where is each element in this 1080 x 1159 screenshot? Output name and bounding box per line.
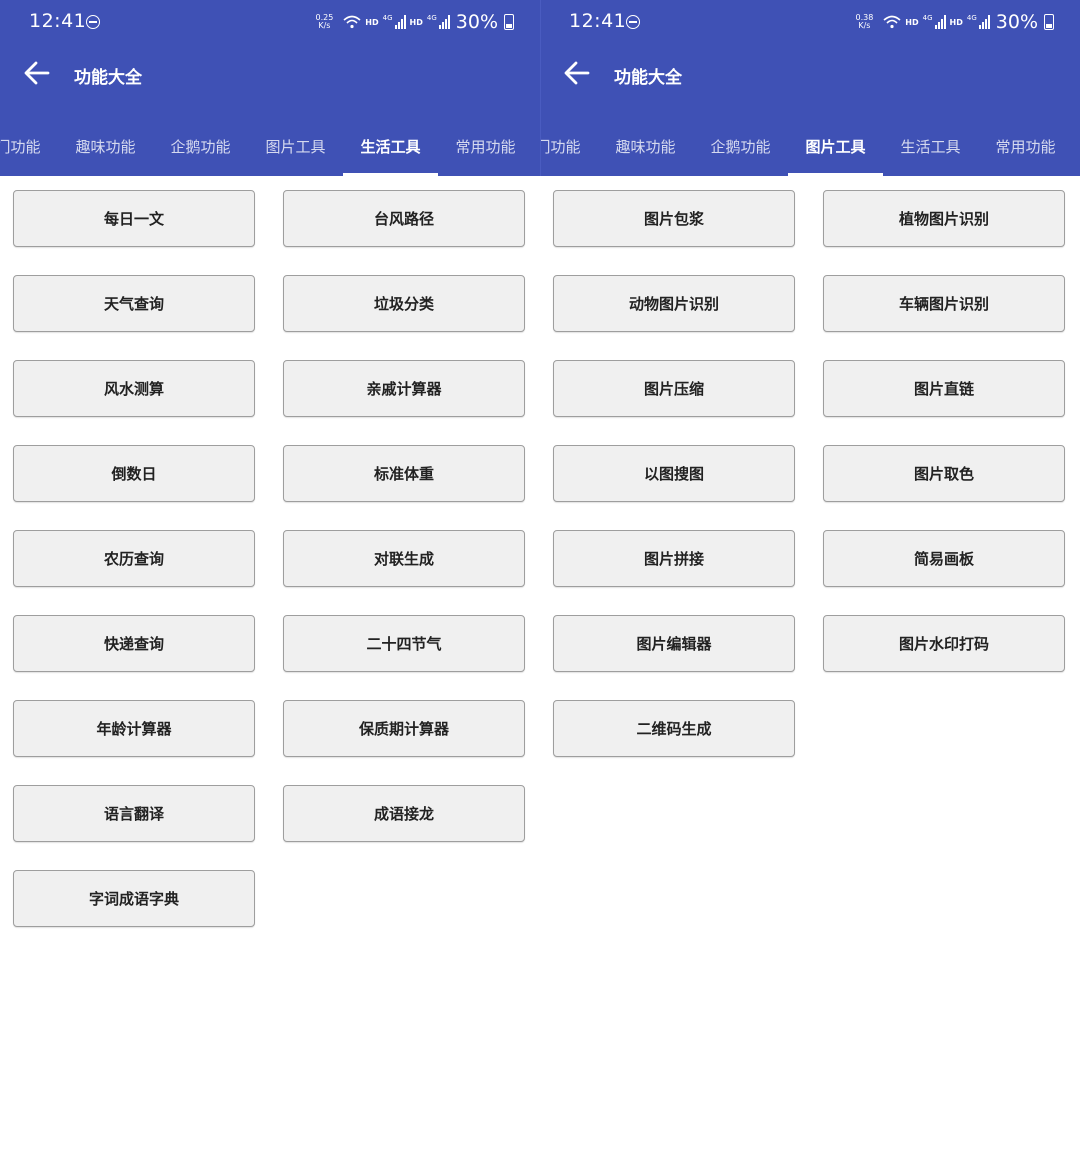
function-button[interactable]: 风水测算	[13, 360, 255, 417]
do-not-disturb-icon	[86, 15, 100, 29]
page-title: 功能大全	[74, 68, 142, 88]
tab-bar: 热门功能趣味功能企鹅功能图片工具生活工具常用功能	[540, 122, 1080, 176]
status-bar: 12:41 0.25 K/s HD 4G HD 4G 30%	[0, 0, 540, 44]
tab-3[interactable]: 图片工具	[788, 122, 883, 176]
function-button[interactable]: 字词成语字典	[13, 870, 255, 927]
function-button[interactable]: 图片压缩	[553, 360, 795, 417]
tab-2[interactable]: 企鹅功能	[693, 122, 788, 176]
function-button[interactable]: 亲戚计算器	[283, 360, 525, 417]
function-button[interactable]: 每日一文	[13, 190, 255, 247]
function-button[interactable]: 天气查询	[13, 275, 255, 332]
function-button[interactable]: 年龄计算器	[13, 700, 255, 757]
function-button[interactable]: 台风路径	[283, 190, 525, 247]
arrow-left-icon[interactable]	[562, 58, 592, 88]
wifi-icon	[343, 15, 361, 29]
toolbar: 功能大全	[540, 50, 1080, 96]
function-button[interactable]: 车辆图片识别	[823, 275, 1065, 332]
hd-label: HD	[905, 17, 919, 27]
tab-bar: 热门功能趣味功能企鹅功能图片工具生活工具常用功能	[0, 122, 540, 176]
function-button[interactable]: 图片拼接	[553, 530, 795, 587]
hd-label: HD	[365, 17, 379, 27]
hd-label: HD	[409, 17, 423, 27]
page-title: 功能大全	[614, 68, 682, 88]
network-speed-unit: K/s	[318, 21, 331, 30]
function-button[interactable]: 成语接龙	[283, 785, 525, 842]
arrow-left-icon[interactable]	[22, 58, 52, 88]
function-button[interactable]: 倒数日	[13, 445, 255, 502]
app-bar: 12:41 0.38 K/s HD 4G HD 4G 30% 功能大全 门功能 …	[540, 0, 1080, 176]
tab-4[interactable]: 生活工具	[883, 122, 978, 176]
function-button[interactable]: 图片直链	[823, 360, 1065, 417]
function-button[interactable]: 二维码生成	[553, 700, 795, 757]
do-not-disturb-icon	[626, 15, 640, 29]
function-button[interactable]: 以图搜图	[553, 445, 795, 502]
app-bar: 12:41 0.25 K/s HD 4G HD 4G 30% 功能大全 门功能 …	[0, 0, 540, 176]
function-button[interactable]: 植物图片识别	[823, 190, 1065, 247]
tab-5[interactable]: 常用功能	[978, 122, 1073, 176]
function-button[interactable]: 标准体重	[283, 445, 525, 502]
phone-screen-right: 12:41 0.38 K/s HD 4G HD 4G 30% 功能大全 门功能 …	[540, 0, 1080, 1159]
tab-1[interactable]: 趣味功能	[58, 122, 153, 176]
signal-icon: 4G	[427, 15, 450, 29]
function-button[interactable]: 图片包浆	[553, 190, 795, 247]
tab-1[interactable]: 趣味功能	[598, 122, 693, 176]
network-speed: 0.25 K/s	[315, 14, 333, 30]
tab-0[interactable]: 热门功能	[0, 122, 58, 176]
phone-screen-left: 12:41 0.25 K/s HD 4G HD 4G 30% 功能大全 门功能 …	[0, 0, 540, 1159]
function-button[interactable]: 简易画板	[823, 530, 1065, 587]
function-button[interactable]: 二十四节气	[283, 615, 525, 672]
toolbar: 功能大全	[0, 50, 540, 96]
function-button[interactable]: 图片编辑器	[553, 615, 795, 672]
battery-percentage: 30%	[455, 11, 498, 33]
battery-percentage: 30%	[995, 11, 1038, 33]
status-indicators: 0.38 K/s HD 4G HD 4G 30%	[855, 10, 1054, 34]
function-button[interactable]: 快递查询	[13, 615, 255, 672]
status-indicators: 0.25 K/s HD 4G HD 4G 30%	[315, 10, 514, 34]
tab-5[interactable]: 常用功能	[438, 122, 533, 176]
function-button[interactable]: 垃圾分类	[283, 275, 525, 332]
signal-icon: 4G	[967, 15, 990, 29]
battery-icon	[1044, 14, 1054, 30]
network-speed-unit: K/s	[858, 21, 871, 30]
status-time: 12:41	[569, 10, 627, 32]
tab-2[interactable]: 企鹅功能	[153, 122, 248, 176]
signal-icon: 4G	[923, 15, 946, 29]
status-bar: 12:41 0.38 K/s HD 4G HD 4G 30%	[540, 0, 1080, 44]
function-button[interactable]: 对联生成	[283, 530, 525, 587]
tab-3[interactable]: 图片工具	[248, 122, 343, 176]
function-button[interactable]: 图片水印打码	[823, 615, 1065, 672]
function-button[interactable]: 语言翻译	[13, 785, 255, 842]
tab-0[interactable]: 热门功能	[540, 122, 598, 176]
status-time: 12:41	[29, 10, 87, 32]
battery-icon	[504, 14, 514, 30]
hd-label: HD	[949, 17, 963, 27]
wifi-icon	[883, 15, 901, 29]
function-button[interactable]: 动物图片识别	[553, 275, 795, 332]
tab-4[interactable]: 生活工具	[343, 122, 438, 176]
function-button[interactable]: 农历查询	[13, 530, 255, 587]
network-speed: 0.38 K/s	[855, 14, 873, 30]
signal-icon: 4G	[383, 15, 406, 29]
function-button[interactable]: 保质期计算器	[283, 700, 525, 757]
function-button[interactable]: 图片取色	[823, 445, 1065, 502]
